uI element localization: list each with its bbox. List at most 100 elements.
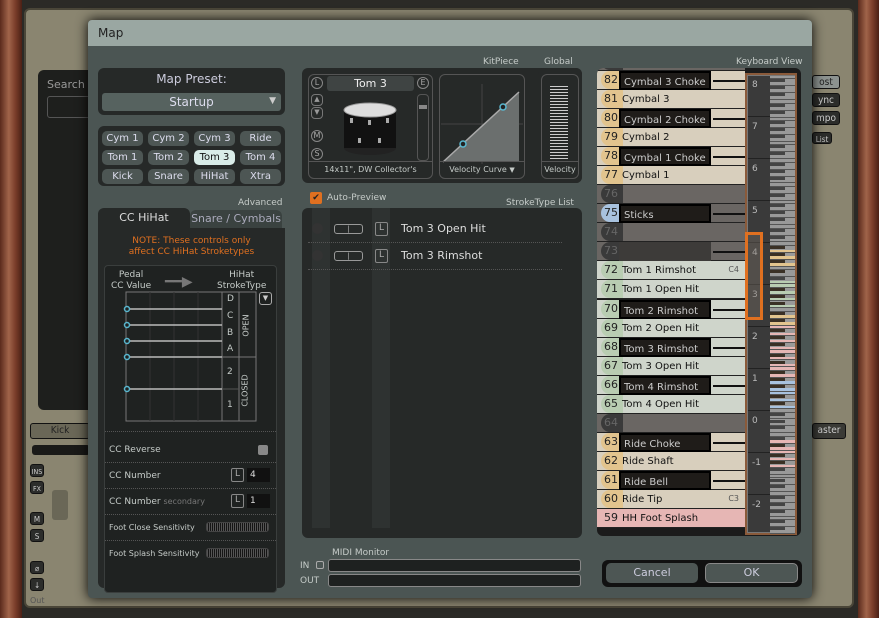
note-row[interactable]: 80 Cymbal 2 Choke <box>597 109 747 129</box>
auto-preview-checkbox[interactable]: ✔ <box>310 192 322 204</box>
note-row[interactable]: 77 Cymbal 1 <box>597 166 745 186</box>
output-button[interactable]: ↓ <box>30 578 44 591</box>
phase-button[interactable]: ⌀ <box>30 561 44 574</box>
kitpiece-solo-button[interactable]: S <box>311 148 323 160</box>
sync-button[interactable]: ync <box>812 93 840 107</box>
cc-number-secondary-learn-button[interactable]: L <box>231 494 244 508</box>
stroketype-row[interactable]: | L Tom 3 Rimshot <box>308 243 562 270</box>
solo-button[interactable]: S <box>30 529 44 542</box>
note-row[interactable]: 66 Tom 4 Rimshot <box>597 375 747 395</box>
note-row[interactable]: 59 HH Foot Splash <box>597 508 745 528</box>
note-row[interactable]: 75 Sticks <box>597 204 747 224</box>
octave-label: 2 <box>752 332 758 342</box>
master-button[interactable]: aster <box>812 423 846 439</box>
velocity-curve-dropdown[interactable]: Velocity Curve ▼ <box>439 165 525 174</box>
note-row[interactable]: 64 <box>597 413 745 433</box>
tempo-button[interactable]: mpo <box>812 111 840 125</box>
note-row[interactable]: 81 Cymbal 3 <box>597 90 745 110</box>
note-row[interactable]: 61 Ride Bell <box>597 470 747 490</box>
tab-snare-cymbals[interactable]: Snare / Cymbals <box>190 210 282 228</box>
kit-button-cym-2[interactable]: Cym 2 <box>148 131 189 146</box>
cc-number-secondary-input[interactable]: 1 <box>247 494 270 508</box>
global-velocity-slider[interactable] <box>550 84 568 159</box>
stroketype-select-radio[interactable] <box>312 250 323 261</box>
note-row[interactable]: 62 Ride Shaft <box>597 451 745 471</box>
kit-piece-buttons: Cym 1 Cym 2 Cym 3 Ride Tom 1 Tom 2 Tom 3 Tom 4 K… <box>98 126 285 186</box>
stroketype-toggle[interactable]: | <box>334 251 363 261</box>
stroketype-toggle[interactable]: | <box>334 224 363 234</box>
wood-panel-right <box>858 0 879 618</box>
note-row[interactable]: 76 <box>597 185 745 205</box>
kit-button-tom-2[interactable]: Tom 2 <box>148 150 189 165</box>
stroketype-learn-button[interactable]: L <box>375 249 388 263</box>
foot-splash-slider[interactable] <box>206 548 269 558</box>
note-row[interactable]: 79 Cymbal 2 <box>597 128 745 148</box>
global-velocity-label: Velocity <box>544 165 576 174</box>
stroketype-learn-button[interactable]: L <box>375 222 388 236</box>
kit-button-kick[interactable]: Kick <box>102 169 143 184</box>
kit-button-xtra[interactable]: Xtra <box>240 169 281 184</box>
cc-reverse-label: CC Reverse <box>109 445 161 455</box>
note-row[interactable]: 60 Ride Tip C3 <box>597 489 745 509</box>
keyboard-range-selector[interactable] <box>745 232 763 320</box>
kit-button-cym-1[interactable]: Cym 1 <box>102 131 143 146</box>
mute-button[interactable]: M <box>30 512 44 525</box>
kit-button-cym-3[interactable]: Cym 3 <box>194 131 235 146</box>
arrow-up-icon[interactable]: ▲ <box>311 94 323 106</box>
note-label: Cymbal 2 Choke <box>619 109 711 129</box>
cc-reverse-checkbox[interactable] <box>258 445 268 455</box>
kitpiece-description: 14x11", DW Collector's <box>324 165 417 174</box>
note-label: Tom 3 Rimshot <box>619 337 711 357</box>
note-row[interactable]: 71 Tom 1 Open Hit <box>597 280 745 300</box>
stroketype-select-radio[interactable] <box>312 223 323 234</box>
note-row[interactable]: 82 Cymbal 3 Choke <box>597 71 747 91</box>
list-button[interactable]: List <box>812 132 832 144</box>
note-row[interactable]: 69 Tom 2 Open Hit <box>597 318 745 338</box>
pan-slider[interactable] <box>32 445 90 455</box>
cc-number-input[interactable]: 4 <box>247 468 270 482</box>
note-row[interactable]: 68 Tom 3 Rimshot <box>597 337 747 357</box>
kitpiece-volume-slider[interactable] <box>417 94 429 161</box>
advanced-label: Advanced <box>238 198 283 208</box>
cancel-button[interactable]: Cancel <box>606 563 698 583</box>
kit-button-tom-3[interactable]: Tom 3 <box>194 150 235 165</box>
hihat-zone-graph[interactable] <box>105 266 278 436</box>
kit-button-tom-1[interactable]: Tom 1 <box>102 150 143 165</box>
note-row[interactable]: 63 Ride Choke <box>597 432 747 452</box>
map-preset-select[interactable]: Startup ▼ <box>102 93 281 111</box>
velocity-curve-graph[interactable] <box>441 84 523 164</box>
kit-button-snare[interactable]: Snare <box>148 169 189 184</box>
note-row[interactable]: 78 Cymbal 1 Choke <box>597 147 747 167</box>
arrow-down-icon[interactable]: ▼ <box>311 107 323 119</box>
ins-button[interactable]: INS <box>30 464 44 477</box>
note-row[interactable]: 72 Tom 1 Rimshot C4 <box>597 261 745 281</box>
fx-button[interactable]: FX <box>30 481 44 494</box>
white-key[interactable] <box>770 530 795 534</box>
foot-close-slider[interactable] <box>206 522 269 532</box>
kitpiece-learn-button[interactable]: L <box>311 77 323 89</box>
note-row[interactable]: 65 Tom 4 Open Hit <box>597 394 745 414</box>
cc-number-learn-button[interactable]: L <box>231 468 244 482</box>
kitpiece-mute-button[interactable]: M <box>311 130 323 142</box>
host-button[interactable]: ost <box>812 75 840 89</box>
octave-label: -2 <box>752 500 761 510</box>
map-preset-value: Startup <box>169 95 214 109</box>
kitpiece-edit-button[interactable]: E <box>417 77 429 89</box>
stroketype-name: Tom 3 Open Hit <box>401 222 486 235</box>
foot-splash-label: Foot Splash Sensitivity <box>109 549 200 558</box>
tab-cc-hihat[interactable]: CC HiHat <box>98 208 190 228</box>
volume-fader[interactable] <box>52 490 68 520</box>
note-row[interactable]: 70 Tom 2 Rimshot <box>597 299 747 319</box>
kit-button-hihat[interactable]: HiHat <box>194 169 235 184</box>
note-row[interactable]: 73 <box>597 242 747 262</box>
kitpiece-name: Tom 3 <box>327 76 414 91</box>
kit-button-tom-4[interactable]: Tom 4 <box>240 150 281 165</box>
note-label: Cymbal 1 <box>622 170 670 182</box>
note-row[interactable]: 74 <box>597 223 745 243</box>
note-row[interactable]: 67 Tom 3 Open Hit <box>597 356 745 376</box>
note-label: Ride Shaft <box>622 455 674 467</box>
stroketype-row[interactable]: | L Tom 3 Open Hit <box>308 216 562 243</box>
channel-kick-button[interactable]: Kick <box>30 423 90 439</box>
ok-button[interactable]: OK <box>705 563 798 583</box>
kit-button-ride[interactable]: Ride <box>240 131 281 146</box>
